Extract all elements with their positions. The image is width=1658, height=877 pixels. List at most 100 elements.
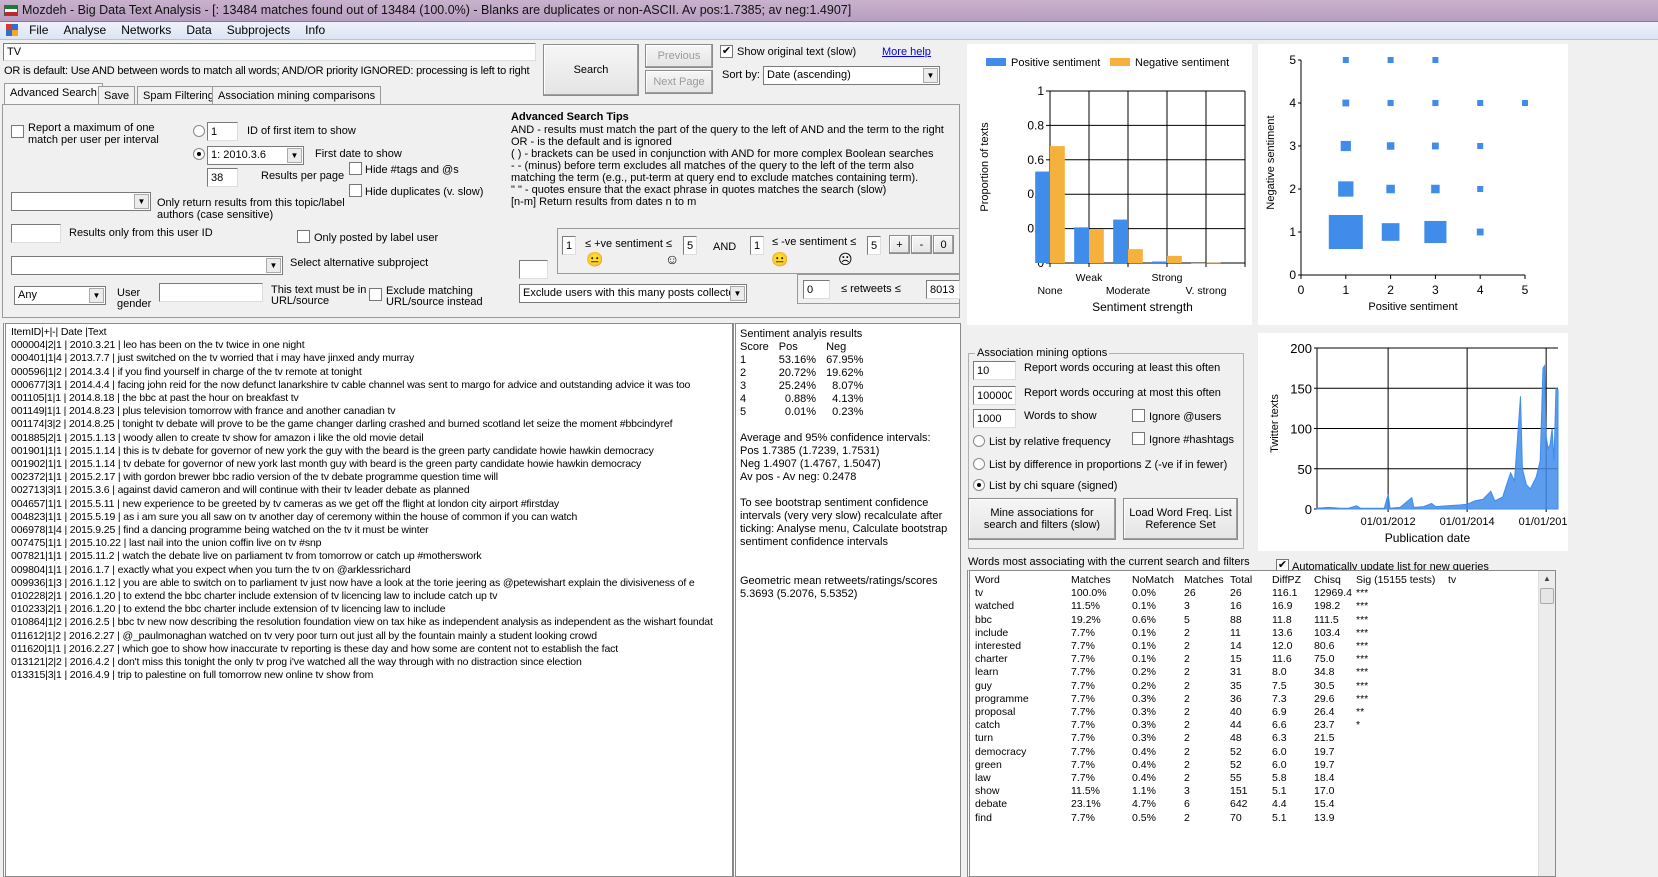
association-row[interactable]: programme 7.7% 0.3% 2 36 7.3 29.6 *** (975, 693, 1468, 706)
column-header[interactable]: DiffPZ (1272, 574, 1314, 587)
association-row[interactable]: find 7.7% 0.5% 2 70 5.1 13.9 (975, 812, 1468, 825)
result-row[interactable]: 001902|1|1 | 2015.1.14 | tv debate for g… (6, 458, 732, 471)
app-menu-icon[interactable] (6, 24, 18, 36)
result-row[interactable]: 001149|1|1 | 2014.8.23 | plus television… (6, 405, 732, 418)
chevron-down-icon[interactable]: ▼ (134, 194, 149, 209)
scroll-thumb[interactable] (1540, 588, 1554, 604)
result-row[interactable]: 010233|2|1 | 2016.1.20 | to extend the b… (6, 603, 732, 616)
results-list[interactable]: ItemID|+|-| Date |Text 000004|2|1 | 2010… (3, 323, 733, 877)
show-original-checkbox[interactable]: ✔ (720, 45, 733, 58)
pos-min-input[interactable] (562, 236, 576, 255)
result-row[interactable]: 004657|1|1 | 2015.5.11 | new experience … (6, 498, 732, 511)
results-per-page-input[interactable] (207, 168, 238, 187)
association-row[interactable]: turn 7.7% 0.3% 2 48 6.3 21.5 (975, 732, 1468, 745)
result-row[interactable]: 010864|1|2 | 2016.2.5 | bbc tv new now d… (6, 616, 732, 629)
result-row[interactable]: 011620|1|1 | 2016.2.27 | which goe to sh… (6, 643, 732, 656)
result-row[interactable]: 002372|1|1 | 2015.2.17 | with gordon bre… (6, 471, 732, 484)
gender-select[interactable]: Any ▼ (14, 286, 106, 305)
plus-button[interactable]: + (889, 235, 910, 254)
next-page-button[interactable]: Next Page (645, 70, 713, 94)
column-header[interactable]: Sig (15155 tests) (1356, 574, 1448, 587)
result-row[interactable]: 011612|1|2 | 2016.2.27 | @_paulmonaghan … (6, 630, 732, 643)
scroll-up-icon[interactable]: ▲ (1540, 572, 1554, 586)
small-value-input[interactable] (519, 260, 548, 279)
words-to-show-input[interactable] (973, 409, 1016, 428)
column-header[interactable]: tv (1448, 574, 1468, 587)
menu-file[interactable]: File (23, 22, 54, 39)
sort-by-select[interactable]: Date (ascending) ▼ (763, 66, 940, 85)
result-row[interactable]: 013121|2|2 | 2016.4.2 | don't miss this … (6, 656, 732, 669)
result-row[interactable]: 000677|3|1 | 2014.4.4 | facing john reid… (6, 379, 732, 392)
association-row[interactable]: proposal 7.7% 0.3% 2 40 6.9 26.4 ** (975, 706, 1468, 719)
result-row[interactable]: 000596|1|2 | 2014.3.4 | if you find your… (6, 366, 732, 379)
menu-data[interactable]: Data (180, 22, 217, 39)
exclude-users-select[interactable]: Exclude users with this many posts colle… (519, 284, 747, 303)
column-header[interactable]: NoMatch (1132, 574, 1184, 587)
neg-max-input[interactable] (867, 236, 881, 255)
chevron-down-icon[interactable]: ▼ (287, 148, 302, 163)
tab-save[interactable]: Save (98, 86, 136, 104)
result-row[interactable]: 001885|2|1 | 2015.1.13 | woody allen to … (6, 432, 732, 445)
menu-analyse[interactable]: Analyse (57, 22, 112, 39)
previous-button[interactable]: Previous (645, 44, 713, 68)
list-diff-radio[interactable] (973, 458, 985, 470)
tab-advanced-search[interactable]: Advanced Search (4, 83, 103, 105)
column-header[interactable]: Matches (1184, 574, 1230, 587)
column-header[interactable]: Matches (1071, 574, 1132, 587)
chevron-down-icon[interactable]: ▼ (730, 286, 745, 301)
association-row[interactable]: green 7.7% 0.4% 2 52 6.0 19.7 (975, 759, 1468, 772)
report-max-checkbox[interactable] (11, 125, 24, 138)
topic-label-select[interactable]: ▼ (11, 192, 151, 211)
tab-spam-filtering[interactable]: Spam Filtering (137, 86, 220, 104)
list-chisq-radio[interactable] (973, 479, 985, 491)
first-date-select[interactable]: 1: 2010.3.6 ▼ (207, 146, 304, 165)
association-words-list[interactable]: Word Matches NoMatch Matches Total DiffPZ Chis… (967, 570, 1556, 877)
exclude-url-checkbox[interactable] (369, 288, 382, 301)
menu-info[interactable]: Info (299, 22, 331, 39)
result-row[interactable]: 001105|1|1 | 2014.8.18 | the bbc at past… (6, 392, 732, 405)
association-row[interactable]: bbc 19.2% 0.6% 5 88 11.8 111.5 *** (975, 614, 1468, 627)
result-row[interactable]: 000004|2|1 | 2010.3.21 | leo has been on… (6, 339, 732, 352)
association-row[interactable]: include 7.7% 0.1% 2 11 13.6 103.4 *** (975, 627, 1468, 640)
retweets-min-input[interactable] (803, 280, 830, 299)
association-row[interactable]: law 7.7% 0.4% 2 55 5.8 18.4 (975, 772, 1468, 785)
load-word-freq-button[interactable]: Load Word Freq. List Reference Set (1123, 498, 1238, 540)
first-date-radio[interactable] (193, 148, 205, 160)
minus-button[interactable]: - (911, 235, 932, 254)
association-row[interactable]: guy 7.7% 0.2% 2 35 7.5 30.5 *** (975, 680, 1468, 693)
result-row[interactable]: 010228|2|1 | 2016.1.20 | to extend the b… (6, 590, 732, 603)
ignore-users-checkbox[interactable] (1132, 409, 1145, 422)
pos-max-input[interactable] (683, 236, 697, 255)
only-label-user-checkbox[interactable] (297, 230, 310, 243)
association-scrollbar[interactable]: ▲ (1538, 571, 1555, 876)
association-row[interactable]: interested 7.7% 0.1% 2 14 12.0 80.6 *** (975, 640, 1468, 653)
association-row[interactable]: watched 11.5% 0.1% 3 16 16.9 198.2 *** (975, 600, 1468, 613)
list-rel-freq-radio[interactable] (973, 435, 985, 447)
column-header[interactable]: Word (975, 574, 1071, 587)
result-row[interactable]: 007475|1|1 | 2015.10.22 | last nail into… (6, 537, 732, 550)
id-first-input[interactable] (207, 122, 238, 141)
subproject-select[interactable]: ▼ (11, 256, 283, 275)
hide-tags-checkbox[interactable] (349, 162, 362, 175)
menu-subprojects[interactable]: Subprojects (221, 22, 296, 39)
chevron-down-icon[interactable]: ▼ (923, 68, 938, 83)
result-row[interactable]: 009936|1|3 | 2016.1.12 | you are able to… (6, 577, 732, 590)
result-row[interactable]: 001901|1|1 | 2015.1.14 | this is tv deba… (6, 445, 732, 458)
id-first-radio[interactable] (193, 125, 205, 137)
association-row[interactable]: charter 7.7% 0.1% 2 15 11.6 75.0 *** (975, 653, 1468, 666)
association-row[interactable]: tv 100.0% 0.0% 26 26 116.1 12969.4 *** (975, 587, 1468, 600)
result-row[interactable]: 007821|1|1 | 2015.11.2 | watch the debat… (6, 550, 732, 563)
association-row[interactable]: learn 7.7% 0.2% 2 31 8.0 34.8 *** (975, 666, 1468, 679)
hide-duplicates-checkbox[interactable] (349, 184, 362, 197)
url-text-input[interactable] (159, 283, 263, 302)
result-row[interactable]: 004823|1|1 | 2015.5.19 | as i am sure yo… (6, 511, 732, 524)
association-row[interactable]: catch 7.7% 0.3% 2 44 6.6 23.7 * (975, 719, 1468, 732)
column-header[interactable]: Chisq (1314, 574, 1356, 587)
mine-associations-button[interactable]: Mine associations for search and filters… (968, 498, 1116, 540)
result-row[interactable]: 009804|1|1 | 2016.1.7 | exactly what you… (6, 564, 732, 577)
result-row[interactable]: 006978|1|4 | 2015.9.25 | find a dancing … (6, 524, 732, 537)
min-occur-input[interactable] (973, 361, 1016, 380)
association-row[interactable]: debate 23.1% 4.7% 6 642 4.4 15.4 (975, 798, 1468, 811)
tab-association-mining[interactable]: Association mining comparisons (212, 86, 382, 104)
result-row[interactable]: 013315|3|1 | 2016.4.9 | trip to palestin… (6, 669, 732, 682)
